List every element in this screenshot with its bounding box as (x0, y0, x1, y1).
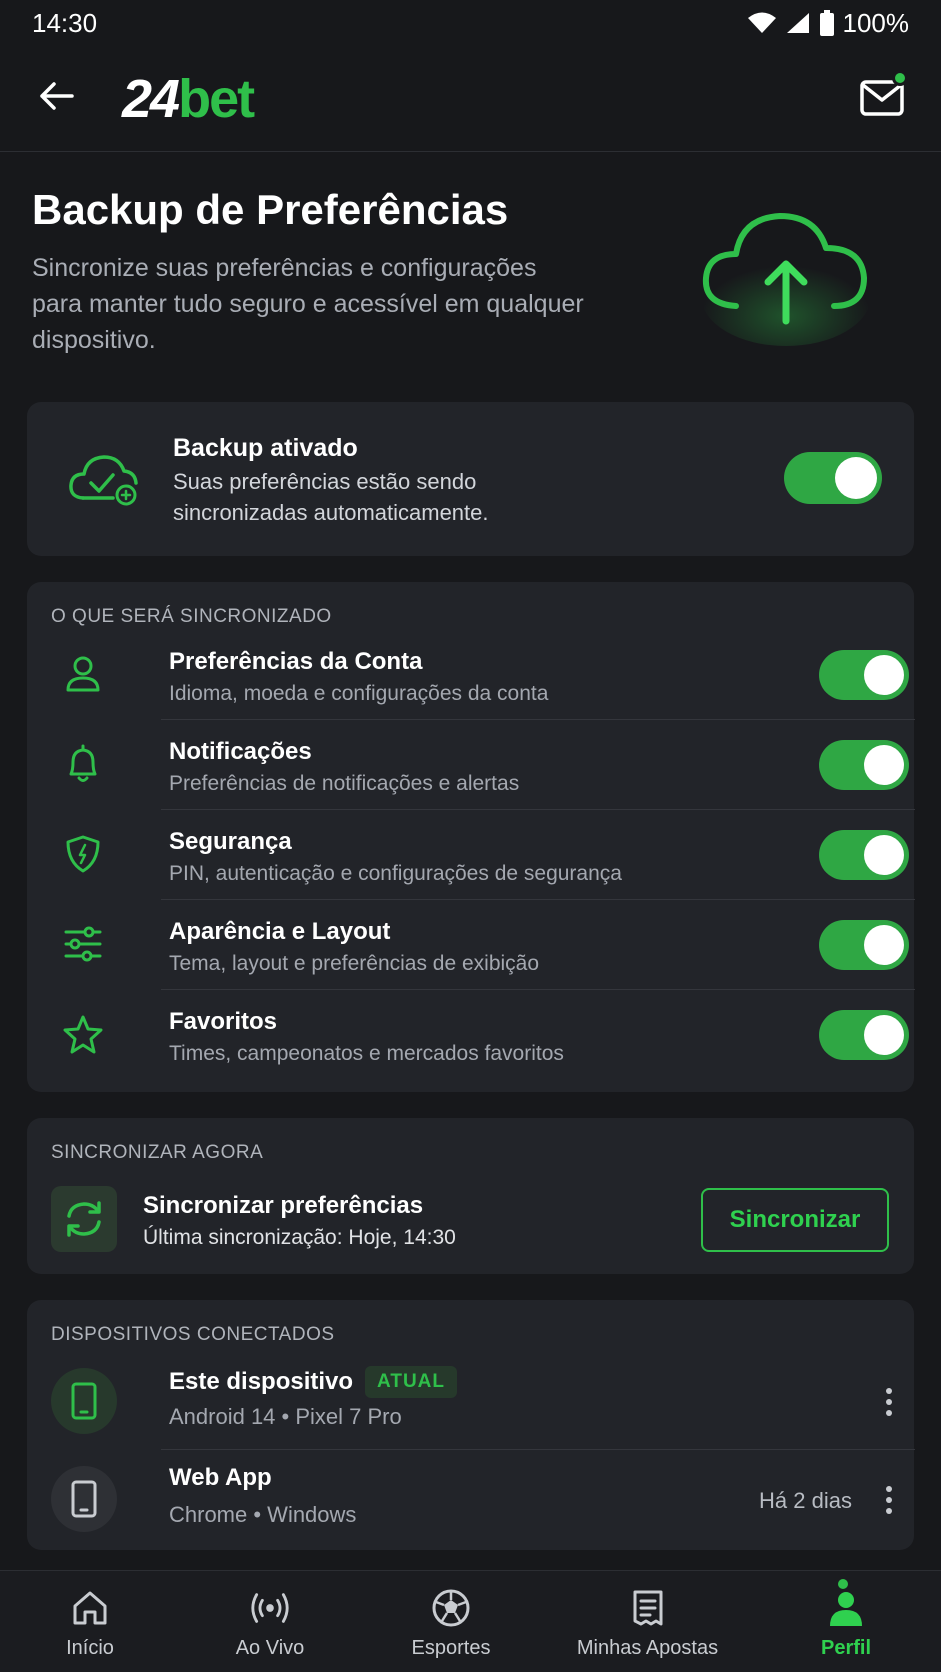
toggle-knob (864, 835, 904, 875)
bottom-navigation: Início Ao Vivo Esportes Minhas Apostas P… (0, 1570, 941, 1672)
sync-item-title: Favoritos (169, 1008, 278, 1035)
device-avatar (51, 1466, 117, 1532)
sync-item-subtitle: Idioma, moeda e configurações da conta (169, 682, 549, 705)
page-description: Sincronize suas preferências e configura… (32, 254, 584, 354)
shield-icon (66, 835, 100, 873)
device-menu-button[interactable] (877, 1382, 901, 1422)
active-indicator (838, 1579, 848, 1589)
toggle-knob (864, 655, 904, 695)
backup-toggle[interactable] (784, 452, 882, 504)
nav-label: Minhas Apostas (576, 1637, 719, 1659)
toggle-knob (864, 1015, 904, 1055)
nav-item-home[interactable]: Início (50, 1571, 130, 1672)
sliders-icon (64, 926, 102, 962)
device-row-current: Este dispositivo ATUAL Android 14 • Pixe… (51, 1352, 915, 1450)
sync-item-account: Preferências da Conta Idioma, moeda e co… (51, 630, 915, 720)
sync-icon-tile (51, 1186, 117, 1252)
home-icon (73, 1591, 107, 1625)
sync-item-title: Preferências da Conta (169, 648, 423, 675)
favorites-toggle[interactable] (819, 1010, 909, 1060)
sync-item-title: Aparência e Layout (169, 918, 391, 945)
backup-status-title: Backup ativado (173, 434, 358, 462)
phone-icon (71, 1382, 97, 1420)
nav-label: Ao Vivo (235, 1637, 305, 1659)
device-avatar (51, 1368, 117, 1434)
toggle-knob (864, 925, 904, 965)
toggle-knob (835, 457, 877, 499)
appearance-toggle[interactable] (819, 920, 909, 970)
device-name: Este dispositivo (169, 1368, 354, 1395)
status-time: 14:30 (32, 7, 98, 38)
nav-item-my-bets[interactable]: Minhas Apostas (570, 1571, 725, 1672)
live-icon (251, 1593, 289, 1623)
connected-devices-card: DISPOSITIVOS CONECTADOS Este dispositivo… (27, 1300, 915, 1550)
soccer-ball-icon (432, 1589, 470, 1627)
status-icons: 100% (747, 7, 910, 39)
nav-label: Perfil (820, 1637, 872, 1659)
account-toggle[interactable] (819, 650, 909, 700)
current-device-badge: ATUAL (365, 1366, 458, 1398)
wifi-icon (747, 12, 776, 33)
status-bar: 14:30 100% (0, 0, 941, 46)
sync-icon (67, 1201, 101, 1237)
brand-logo: 24bet (122, 69, 255, 129)
sync-items-card: O QUE SERÁ SINCRONIZADO Preferências da … (27, 582, 915, 1092)
device-row-web: Web App Chrome • Windows Há 2 dias (51, 1450, 915, 1548)
sync-item-security: Segurança PIN, autenticação e configuraç… (51, 810, 915, 900)
nav-label: Início (66, 1637, 114, 1659)
section-label: DISPOSITIVOS CONECTADOS (51, 1324, 335, 1345)
device-menu-button[interactable] (877, 1480, 901, 1520)
user-icon (66, 656, 100, 692)
notifications-toggle[interactable] (819, 740, 909, 790)
device-details: Chrome • Windows (169, 1502, 357, 1527)
signal-icon (786, 13, 809, 33)
mail-button[interactable] (860, 70, 908, 120)
device-name: Web App (169, 1464, 272, 1491)
phone-icon (71, 1480, 97, 1518)
back-button[interactable] (36, 76, 76, 116)
sync-item-notifications: Notificações Preferências de notificaçõe… (51, 720, 915, 810)
device-title: Este dispositivo ATUAL (169, 1366, 458, 1398)
sync-item-subtitle: Preferências de notificações e alertas (169, 772, 520, 795)
nav-label: Esportes (411, 1637, 491, 1659)
nav-item-live[interactable]: Ao Vivo (220, 1571, 320, 1672)
sync-item-title: Segurança (169, 828, 292, 855)
sync-item-subtitle: Tema, layout e preferências de exibição (169, 952, 540, 975)
profile-icon (830, 1592, 862, 1626)
notification-dot (892, 70, 908, 86)
device-title: Web App (169, 1464, 272, 1492)
last-sync-text: Última sincronização: Hoje, 14:30 (143, 1226, 456, 1249)
sync-now-card: SINCRONIZAR AGORA Sincronizar preferênci… (27, 1118, 914, 1274)
sync-item-favorites: Favoritos Times, campeonatos e mercados … (51, 990, 915, 1080)
nav-item-sports[interactable]: Esportes (398, 1571, 504, 1672)
cloud-check-icon (69, 455, 138, 506)
battery-icon (819, 10, 834, 36)
section-label: SINCRONIZAR AGORA (51, 1142, 264, 1163)
toggle-knob (864, 745, 904, 785)
security-toggle[interactable] (819, 830, 909, 880)
backup-card: Backup ativado Suas preferências estão s… (27, 402, 914, 556)
backup-status-description: Suas preferências estão sendo sincroniza… (173, 469, 489, 525)
page-title: Backup de Preferências (32, 186, 509, 233)
section-label: O QUE SERÁ SINCRONIZADO (51, 606, 332, 627)
sync-now-title: Sincronizar preferências (143, 1192, 424, 1219)
star-icon (63, 1015, 103, 1054)
sync-item-appearance: Aparência e Layout Tema, layout e prefer… (51, 900, 915, 990)
device-last-active: Há 2 dias (759, 1488, 852, 1513)
sync-item-subtitle: Times, campeonatos e mercados favoritos (169, 1042, 564, 1065)
sync-item-subtitle: PIN, autenticação e configurações de seg… (169, 862, 622, 885)
sync-button[interactable]: Sincronizar (701, 1188, 889, 1252)
cloud-upload-icon (701, 213, 871, 346)
device-details: Android 14 • Pixel 7 Pro (169, 1404, 402, 1429)
app-header: 24bet (0, 46, 941, 152)
sync-item-title: Notificações (169, 738, 312, 765)
battery-percent: 100% (842, 7, 910, 38)
arrow-left-icon (40, 82, 74, 110)
receipt-icon (633, 1590, 662, 1626)
bell-icon (69, 744, 97, 782)
